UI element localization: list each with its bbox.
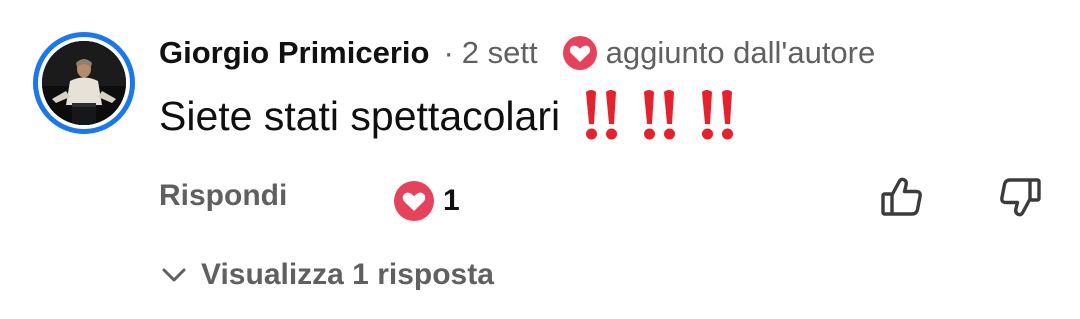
view-replies-button[interactable]: Visualizza 1 risposta: [159, 252, 494, 298]
separator-dot: ·: [443, 35, 454, 70]
avatar-image: [42, 41, 126, 125]
like-count-badge[interactable]: 1: [393, 180, 460, 222]
heart-reaction-icon: [394, 181, 434, 221]
double-exclamation-icon: [644, 90, 676, 140]
comment-body: Siete stati spettacolari: [159, 86, 738, 146]
author-name[interactable]: Giorgio Primicerio: [159, 35, 429, 71]
thumb-down-icon[interactable]: [997, 174, 1043, 220]
like-count: 1: [443, 184, 460, 217]
thumb-up-icon[interactable]: [879, 174, 925, 220]
double-exclamation-icon: [586, 90, 618, 140]
author-heart-label: aggiunto dall'autore: [605, 35, 876, 70]
view-replies-label: Visualizza 1 risposta: [201, 258, 494, 291]
double-exclamation-icon: [702, 90, 734, 140]
comment-header: Giorgio Primicerio · 2 sett aggiunto dal…: [159, 30, 875, 76]
avatar[interactable]: [33, 32, 135, 134]
comment-card: Giorgio Primicerio · 2 sett aggiunto dal…: [0, 0, 1080, 319]
comment-actions: Rispondi 1: [159, 172, 1059, 228]
comment-text: Siete stati spettacolari: [159, 92, 561, 139]
emoji-group: [582, 86, 738, 146]
chevron-down-icon: [162, 268, 186, 282]
reply-button[interactable]: Rispondi: [159, 179, 287, 213]
timestamp: 2 sett: [461, 35, 538, 70]
creator-heart-icon: [562, 35, 598, 71]
